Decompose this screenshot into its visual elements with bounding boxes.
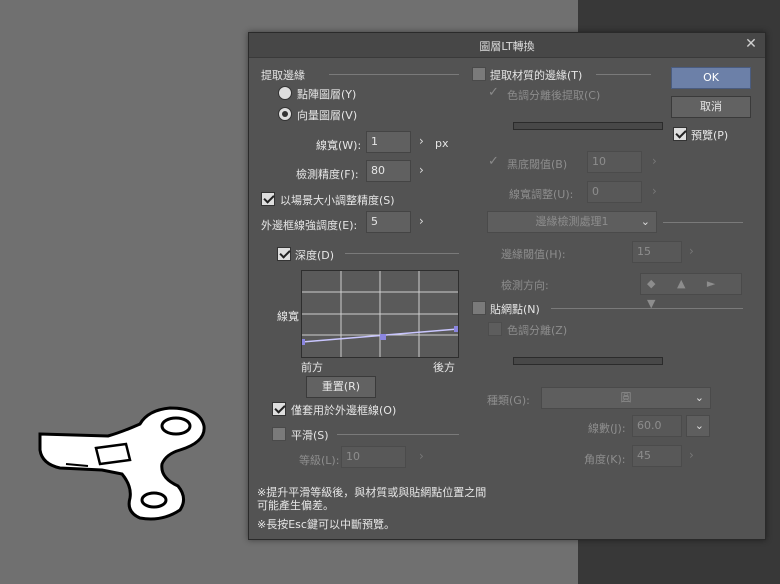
level-input[interactable]: 10 bbox=[341, 446, 406, 468]
apply-outline-only-checkbox[interactable] bbox=[272, 402, 286, 416]
graph-back-label: 後方 bbox=[433, 361, 455, 374]
type-label: 種類(G): bbox=[487, 394, 530, 407]
tone-separation-checkbox[interactable] bbox=[488, 322, 502, 336]
precision-input[interactable]: 80 bbox=[366, 160, 411, 182]
scale-by-size-label: 以場景大小調整精度(S) bbox=[280, 194, 395, 207]
chevron-down-icon: ⌄ bbox=[694, 419, 704, 432]
graph-front-label: 前方 bbox=[301, 361, 323, 374]
edge-process-value: 邊緣檢測處理1 bbox=[535, 215, 609, 228]
chevron-down-icon: ⌄ bbox=[694, 391, 704, 404]
reset-button[interactable]: 重置(R) bbox=[306, 376, 376, 398]
scale-by-size-checkbox[interactable] bbox=[261, 192, 275, 206]
smooth-checkbox[interactable] bbox=[272, 427, 286, 441]
edge-threshold-arrow-icon[interactable]: › bbox=[689, 244, 694, 258]
outline-strength-arrow-icon[interactable]: › bbox=[419, 214, 424, 228]
wind-up-key-artwork bbox=[38, 406, 206, 521]
layer-lt-conversion-dialog: 圖層LT轉換 ✕ 提取邊緣 點陣圖層(Y) 向量圖層(V) 線寬(W): 1 ›… bbox=[248, 32, 766, 540]
dialog-title: 圖層LT轉換 bbox=[479, 40, 535, 53]
line-width-input[interactable]: 1 bbox=[366, 131, 411, 153]
type-value: 圓 bbox=[620, 391, 632, 404]
outline-strength-input[interactable]: 5 bbox=[366, 211, 411, 233]
level-arrow-icon[interactable]: › bbox=[419, 449, 424, 463]
dialog-titlebar[interactable]: 圖層LT轉換 ✕ bbox=[249, 33, 765, 58]
angle-input[interactable]: 45 bbox=[632, 445, 682, 467]
raster-layer-radio[interactable] bbox=[278, 86, 292, 100]
lines-input[interactable]: 60.0 bbox=[632, 415, 682, 437]
black-threshold-checkbox[interactable]: ✓ bbox=[488, 154, 499, 169]
halftone-header: 貼網點(N) bbox=[490, 303, 540, 316]
tone-separation-label: 色調分離(Z) bbox=[507, 324, 568, 337]
chevron-down-icon: ⌄ bbox=[640, 215, 650, 228]
preview-checkbox[interactable] bbox=[673, 127, 687, 141]
depth-graph-grid bbox=[299, 271, 460, 357]
divider bbox=[337, 434, 459, 435]
extract-lines-header: 提取邊緣 bbox=[261, 69, 305, 82]
graph-ylabel: 線寬 bbox=[277, 310, 299, 323]
line-width-arrow-icon[interactable]: › bbox=[419, 134, 424, 148]
line-adjust-label: 線寬調整(U): bbox=[509, 188, 574, 201]
close-icon[interactable]: ✕ bbox=[743, 36, 759, 52]
vector-layer-radio[interactable] bbox=[278, 107, 292, 121]
depth-checkbox[interactable] bbox=[277, 247, 291, 261]
direction-arrows-icons: ◆ ▲ ► ▼ bbox=[647, 277, 725, 310]
ok-button[interactable]: OK bbox=[671, 67, 751, 89]
extract-texture-checkbox[interactable] bbox=[472, 67, 486, 81]
depth-graph[interactable] bbox=[299, 270, 460, 358]
line-width-label: 線寬(W): bbox=[316, 139, 362, 152]
texture-progress-bar bbox=[513, 122, 663, 130]
note-line-2: 可能產生偏差。 bbox=[257, 499, 334, 512]
note-line-3: ※長按Esc鍵可以中斷預覽。 bbox=[257, 518, 395, 531]
line-adjust-input[interactable]: 0 bbox=[587, 181, 642, 203]
raster-layer-label: 點陣圖層(Y) bbox=[297, 88, 357, 101]
lines-dropdown[interactable]: ⌄ bbox=[686, 415, 710, 437]
apply-outline-only-label: 僅套用於外邊框線(O) bbox=[291, 404, 397, 417]
line-adjust-arrow-icon[interactable]: › bbox=[652, 184, 657, 198]
divider bbox=[551, 308, 743, 309]
extract-after-tone-checkbox[interactable]: ✓ bbox=[488, 85, 499, 100]
black-threshold-label: 黑底閾值(B) bbox=[507, 158, 568, 171]
angle-label: 角度(K): bbox=[584, 453, 626, 466]
edge-process-select[interactable]: 邊緣檢測處理1 ⌄ bbox=[487, 211, 657, 233]
divider bbox=[596, 74, 651, 75]
black-threshold-input[interactable]: 10 bbox=[587, 151, 642, 173]
angle-arrow-icon[interactable]: › bbox=[689, 448, 694, 462]
cancel-button[interactable]: 取消 bbox=[671, 96, 751, 118]
preview-label: 預覽(P) bbox=[691, 129, 729, 142]
detect-direction-label: 檢測方向: bbox=[501, 279, 549, 292]
divider bbox=[345, 253, 459, 254]
black-threshold-arrow-icon[interactable]: › bbox=[652, 154, 657, 168]
extract-texture-header: 提取材質的邊緣(T) bbox=[490, 69, 583, 82]
edge-threshold-input[interactable]: 15 bbox=[632, 241, 682, 263]
extract-after-tone-label: 色調分離後提取(C) bbox=[507, 89, 601, 102]
smooth-label: 平滑(S) bbox=[291, 429, 329, 442]
precision-arrow-icon[interactable]: › bbox=[419, 163, 424, 177]
lines-label: 線數(J): bbox=[588, 422, 626, 435]
level-label: 等級(L): bbox=[299, 454, 340, 467]
divider bbox=[329, 74, 459, 75]
divider bbox=[663, 222, 743, 223]
edge-threshold-label: 邊緣閾值(H): bbox=[501, 248, 566, 261]
outline-strength-label: 外邊框線強調度(E): bbox=[261, 219, 358, 232]
precision-label: 檢測精度(F): bbox=[296, 168, 359, 181]
halftone-progress-bar bbox=[513, 357, 663, 365]
detect-direction-arrows[interactable]: ◆ ▲ ► ▼ bbox=[640, 273, 742, 310]
vector-layer-label: 向量圖層(V) bbox=[297, 109, 358, 122]
type-select[interactable]: 圓 ⌄ bbox=[541, 387, 711, 409]
line-width-unit: px bbox=[435, 137, 449, 150]
depth-label: 深度(D) bbox=[295, 249, 335, 262]
halftone-checkbox[interactable] bbox=[472, 301, 486, 315]
